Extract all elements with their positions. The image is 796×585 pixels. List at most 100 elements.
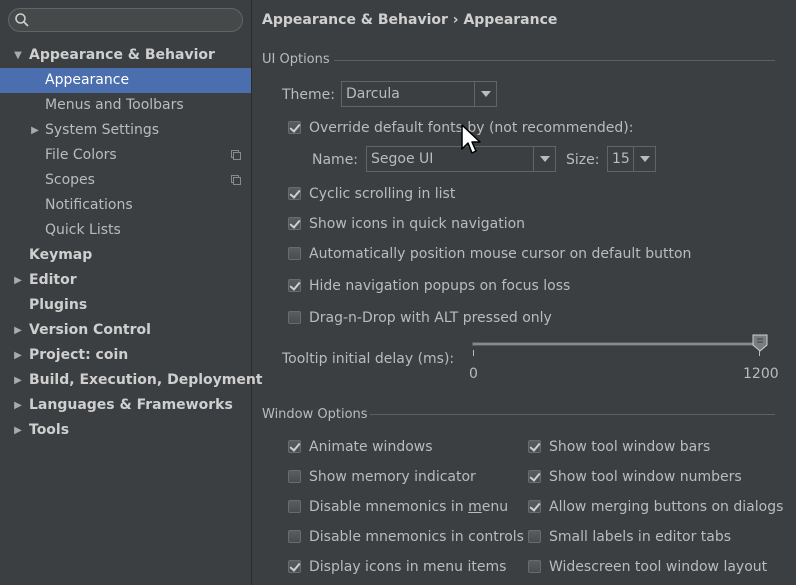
checkbox-checked [288, 217, 301, 230]
collapsed-arrow-icon[interactable]: ▶ [12, 368, 24, 393]
checkbox-unchecked [288, 470, 301, 483]
checkbox-unchecked [528, 560, 541, 573]
window-option-animate-windows-label: Animate windows [309, 439, 433, 455]
sidebar-item-label: Scopes [45, 172, 95, 188]
sidebar-item-tools[interactable]: ▶ Tools [0, 418, 251, 443]
theme-value: Darcula [346, 86, 400, 102]
sidebar-item-appearance-behavior[interactable]: ▼ Appearance & Behavior [0, 43, 251, 68]
sidebar-item-label: File Colors [45, 147, 117, 163]
checkbox-unchecked [288, 530, 301, 543]
project-level-icon [231, 175, 241, 185]
tooltip-delay-slider[interactable] [472, 342, 760, 346]
sidebar-item-label: Notifications [45, 197, 133, 213]
checkbox-checked [528, 440, 541, 453]
checkbox-unchecked [528, 530, 541, 543]
sidebar-item-label: Menus and Toolbars [45, 97, 184, 113]
breadcrumb: Appearance & Behavior › Appearance [262, 12, 557, 28]
project-level-icon [231, 150, 241, 160]
ui-options-title: UI Options [262, 52, 330, 67]
chevron-down-icon [533, 147, 555, 171]
sidebar-item-notifications[interactable]: Notifications [0, 193, 251, 218]
settings-sidebar: ▼ Appearance & Behavior Appearance Menus an… [0, 0, 263, 585]
checkbox-unchecked [288, 311, 301, 324]
sidebar-item-label: Tools [29, 422, 70, 438]
window-option-display-icons-in-menu-items-label: Display icons in menu items [309, 559, 507, 575]
sidebar-item-quick-lists[interactable]: Quick Lists [0, 218, 251, 243]
checkbox-checked [288, 440, 301, 453]
font-size-combo[interactable]: 15 [607, 146, 656, 172]
sidebar-item-version-control[interactable]: ▶ Version Control [0, 318, 251, 343]
font-name-label: Name: [312, 152, 359, 168]
ui-option-drag-n-drop-with-alt-pressed-only-label: Drag-n-Drop with ALT pressed only [309, 310, 552, 326]
sidebar-item-label: Plugins [29, 297, 88, 313]
sidebar-item-file-colors[interactable]: File Colors [0, 143, 251, 168]
slider-min-label: 0 [469, 366, 478, 382]
sidebar-item-label: Quick Lists [45, 222, 121, 238]
chevron-down-icon [633, 147, 655, 171]
window-options-divider [370, 414, 775, 415]
sidebar-item-label: Languages & Frameworks [29, 397, 233, 413]
slider-tick-min [473, 350, 474, 356]
window-option-widescreen-tool-window-layout-label: Widescreen tool window layout [549, 559, 768, 575]
sidebar-item-label: Keymap [29, 247, 93, 263]
checkbox-checked [528, 470, 541, 483]
collapsed-arrow-icon[interactable]: ▶ [12, 343, 24, 368]
collapsed-arrow-icon[interactable]: ▶ [29, 118, 41, 143]
window-option-small-labels-in-editor-tabs-label: Small labels in editor tabs [549, 529, 732, 545]
sidebar-item-label: Project: coin [29, 347, 129, 363]
window-options-title: Window Options [262, 407, 368, 422]
theme-combo[interactable]: Darcula [341, 81, 497, 107]
font-size-value: 15 [612, 151, 630, 167]
sidebar-item-label: Build, Execution, Deployment [29, 372, 263, 388]
sidebar-item-label: Appearance [45, 72, 130, 88]
window-option-show-memory-indicator-label: Show memory indicator [309, 469, 476, 485]
search-input[interactable] [8, 8, 243, 32]
slider-thumb-handle[interactable] [752, 334, 768, 352]
mnemonic-letter: m [468, 499, 482, 515]
breadcrumb-separator: › [452, 12, 459, 28]
sidebar-item-label: Editor [29, 272, 77, 288]
sidebar-item-keymap[interactable]: Keymap [0, 243, 251, 268]
theme-label: Theme: [282, 87, 336, 103]
checkbox-checked [288, 560, 301, 573]
ui-option-automatically-position-mouse-cursor-on-default-button-label: Automatically position mouse cursor on d… [309, 246, 692, 262]
search-icon [15, 13, 29, 27]
appearance-panel: Appearance & Behavior › Appearance UI Op… [252, 0, 796, 585]
sidebar-item-label: System Settings [45, 122, 160, 138]
sidebar-item-build-execution-deployment[interactable]: ▶ Build, Execution, Deployment [0, 368, 262, 393]
sidebar-item-plugins[interactable]: Plugins [0, 293, 251, 318]
window-option-allow-merging-buttons-on-dialogs-label: Allow merging buttons on dialogs [549, 499, 784, 515]
checkbox-checked [528, 500, 541, 513]
collapsed-arrow-icon[interactable]: ▶ [12, 318, 24, 343]
sidebar-item-label: Version Control [29, 322, 151, 338]
breadcrumb-parent: Appearance & Behavior [262, 12, 448, 28]
collapsed-arrow-icon[interactable]: ▶ [12, 418, 24, 443]
sidebar-item-label: Appearance & Behavior [29, 47, 215, 63]
font-name-value: Segoe UI [371, 151, 434, 167]
slider-max-label: 1200 [743, 366, 779, 382]
tooltip-delay-label: Tooltip initial delay (ms): [282, 351, 455, 367]
collapsed-arrow-icon[interactable]: ▶ [12, 393, 24, 418]
label-part: enu [481, 499, 509, 515]
ui-options-divider [334, 60, 775, 61]
sidebar-item-project-coin[interactable]: ▶ Project: coin [0, 343, 251, 368]
sidebar-item-appearance[interactable]: Appearance [0, 68, 251, 93]
checkbox-unchecked [288, 500, 301, 513]
ui-option-hide-navigation-popups-on-focus-loss-label: Hide navigation popups on focus loss [309, 278, 571, 294]
sidebar-item-system-settings[interactable]: ▶ System Settings [0, 118, 251, 143]
checkbox-unchecked [288, 247, 301, 260]
collapsed-arrow-icon[interactable]: ▶ [12, 268, 24, 293]
sidebar-item-editor[interactable]: ▶ Editor [0, 268, 251, 293]
checkbox-box [288, 121, 301, 134]
breadcrumb-current: Appearance [463, 12, 558, 28]
slider-tick-max [759, 350, 760, 356]
expanded-arrow-icon[interactable]: ▼ [12, 43, 24, 68]
label-part: Disable mnemonics in [309, 499, 469, 515]
sidebar-item-scopes[interactable]: Scopes [0, 168, 251, 193]
window-option-show-tool-window-numbers-label: Show tool window numbers [549, 469, 742, 485]
ui-option-cyclic-scrolling-in-list-label: Cyclic scrolling in list [309, 186, 456, 202]
ui-option-show-icons-in-quick-navigation-label: Show icons in quick navigation [309, 216, 526, 232]
sidebar-item-languages-frameworks[interactable]: ▶ Languages & Frameworks [0, 393, 251, 418]
sidebar-item-menus-and-toolbars[interactable]: Menus and Toolbars [0, 93, 251, 118]
chevron-down-icon [474, 82, 496, 106]
